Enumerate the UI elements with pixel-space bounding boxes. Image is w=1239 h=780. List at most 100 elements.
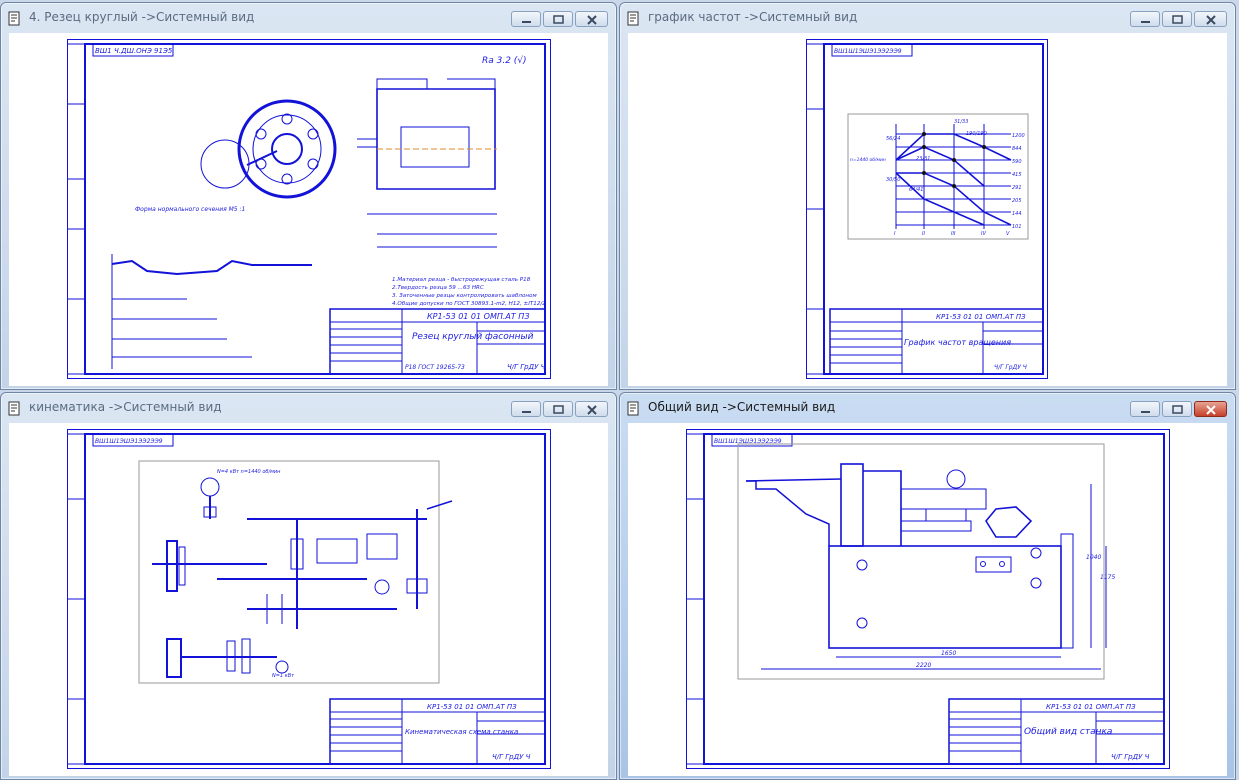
cutter-drawing-svg: ВШ1 Ч.ДШ.ОНЭ 91Э5 Ra 3.2 (√) Форма норма… [67,39,551,379]
minimize-icon [1141,411,1150,413]
minimize-icon [522,21,531,23]
frequency-graph-svg: ВШ1Ш1ЭШЭ1ЭЭ2ЭЭ9 1200 844 590 415 291 205… [806,39,1048,379]
rpm-value-6: 205 [1012,198,1022,204]
stamp-code: КР1-53 01 01 ОМП.АТ ПЗ [936,313,1026,321]
minimize-button[interactable] [511,401,541,417]
maximize-button[interactable] [543,401,573,417]
window-title: 4. Резец круглый ->Системный вид [29,10,255,24]
axis-tick-1: I [894,231,896,237]
stamp-org: Ч/Г ГрДУ Ч [1111,753,1150,761]
stamp-title: График частот вращения [904,338,1011,347]
stamp-title: Резец круглый фасонный [412,332,534,342]
close-button[interactable] [575,401,608,417]
corner-code: ВШ1 Ч.ДШ.ОНЭ 91Э5 [95,47,173,55]
maximize-icon [553,405,564,414]
drawing-sheet: ВШ1Ш1ЭШЭ1ЭЭ2ЭЭ9 1200 844 590 415 291 205… [806,39,1048,379]
close-icon [587,15,597,25]
axis-tick-4: IV [981,231,986,237]
stamp-code: КР1-53 01 01 ОМП.АТ ПЗ [427,312,529,321]
window-titlebar[interactable]: 4. Резец круглый ->Системный вид [1,3,616,31]
close-icon [587,405,597,415]
roughness-label: Ra 3.2 (√) [482,55,527,66]
dimension-total-height: 1175 [1100,574,1115,581]
window-frequency-graph[interactable]: график частот ->Системный вид ВШ1Ш1ЭШЭ1Э… [619,2,1236,390]
annotation-3: 56/24 [886,136,900,142]
window-general-view[interactable]: Общий вид ->Системный вид ВШ1Ш1ЭШЭ1ЭЭ2ЭЭ… [619,392,1236,780]
window-cutter-drawing[interactable]: 4. Резец круглый ->Системный вид ВШ1 Ч.Д… [0,2,617,390]
stamp-org: Ч/Г ГрДУ Ч [492,753,531,761]
note-4: 4.Общие допуски по ГОСТ 30893.1-m2, H12,… [392,301,546,307]
rpm-value-1: 1200 [1012,133,1025,139]
stamp-title: Общий вид станка [1024,727,1112,737]
note-1: 1.Материал резца - быстрорежущая сталь Р… [392,277,531,283]
stamp-org: Ч/Г ГрДУ Ч [507,363,546,371]
close-button[interactable] [575,11,608,27]
annotation-4: 23/31 [916,156,930,162]
drawing-viewport[interactable]: ВШ1Ш1ЭШЭ1ЭЭ2ЭЭ9 1200 844 590 415 291 205… [628,33,1227,386]
stamp-title: Кинематическая схема станка [405,728,518,736]
corner-code: ВШ1Ш1ЭШЭ1ЭЭ2ЭЭ9 [95,438,163,445]
window-kinematics[interactable]: кинематика ->Системный вид ВШ1Ш1ЭШЭ1ЭЭ2Э… [0,392,617,780]
stamp-code: КР1-53 01 01 ОМП.АТ ПЗ [427,703,517,711]
stamp-org: Ч/Г ГрДУ Ч [994,364,1027,371]
drawing-viewport[interactable]: ВШ1Ш1ЭШЭ1ЭЭ2ЭЭ9 N=4 кВт n=1440 об/мин N=… [9,423,608,776]
close-button[interactable] [1194,11,1227,27]
maximize-icon [553,15,564,24]
close-icon [1206,405,1216,415]
motor2-label: N=1 кВт [272,673,295,679]
document-icon [627,401,639,416]
rpm-value-7: 144 [1012,211,1022,217]
document-icon [627,11,639,26]
axis-tick-5: V [1006,231,1010,237]
annotation-7: n=1440 об/мин [850,157,886,163]
drawing-viewport[interactable]: ВШ1Ш1ЭШЭ1ЭЭ2ЭЭ9 1650 2220 1040 1175 КР1-… [628,423,1227,776]
annotation-5: 30/50 [886,177,900,183]
minimize-button[interactable] [511,11,541,27]
rpm-value-4: 415 [1012,172,1022,178]
close-icon [1206,15,1216,25]
document-icon [8,401,20,416]
kinematics-drawing-svg: ВШ1Ш1ЭШЭ1ЭЭ2ЭЭ9 N=4 кВт n=1440 об/мин N=… [67,429,551,769]
maximize-button[interactable] [543,11,573,27]
note-2: 2.Твердость резца 59 ...63 HRC [392,285,484,291]
note-3: 3. Заточенные резцы контролировать шабло… [392,293,537,299]
annotation-2: 190/190 [966,131,987,137]
maximize-icon [1172,405,1183,414]
rpm-value-5: 291 [1012,185,1022,191]
dimension-height: 1040 [1086,554,1101,561]
maximize-icon [1172,15,1183,24]
stamp-code: КР1-53 01 01 ОМП.АТ ПЗ [1046,703,1136,711]
window-titlebar[interactable]: Общий вид ->Системный вид [620,393,1235,421]
document-icon [8,11,20,26]
corner-code: ВШ1Ш1ЭШЭ1ЭЭ2ЭЭ9 [714,438,782,445]
rpm-value-2: 844 [1012,146,1022,152]
window-title: Общий вид ->Системный вид [648,400,836,414]
dimension-length: 1650 [941,650,956,657]
rpm-value-8: 101 [1012,224,1022,230]
drawing-sheet: ВШ1 Ч.ДШ.ОНЭ 91Э5 Ra 3.2 (√) Форма норма… [67,39,551,379]
maximize-button[interactable] [1162,401,1192,417]
close-button[interactable] [1194,401,1227,417]
window-titlebar[interactable]: график частот ->Системный вид [620,3,1235,31]
drawing-viewport[interactable]: ВШ1 Ч.ДШ.ОНЭ 91Э5 Ra 3.2 (√) Форма норма… [9,33,608,386]
axis-tick-2: II [922,231,925,237]
axis-tick-3: III [951,231,956,237]
window-titlebar[interactable]: кинематика ->Системный вид [1,393,616,421]
annotation-6: 64/41 [909,187,923,193]
section-label: Форма нормального сечения М5 :1 [135,206,245,213]
drawing-sheet: ВШ1Ш1ЭШЭ1ЭЭ2ЭЭ9 N=4 кВт n=1440 об/мин N=… [67,429,551,769]
minimize-button[interactable] [1130,11,1160,27]
minimize-icon [1141,21,1150,23]
general-view-drawing-svg: ВШ1Ш1ЭШЭ1ЭЭ2ЭЭ9 1650 2220 1040 1175 КР1-… [686,429,1170,769]
maximize-button[interactable] [1162,11,1192,27]
annotation-1: 31/33 [954,119,968,125]
minimize-button[interactable] [1130,401,1160,417]
minimize-icon [522,411,531,413]
drawing-sheet: ВШ1Ш1ЭШЭ1ЭЭ2ЭЭ9 1650 2220 1040 1175 КР1-… [686,429,1170,769]
motor-label: N=4 кВт n=1440 об/мин [217,469,281,475]
rpm-value-3: 590 [1012,159,1022,165]
corner-code: ВШ1Ш1ЭШЭ1ЭЭ2ЭЭ9 [834,48,902,55]
dimension-total-length: 2220 [916,662,931,669]
stamp-material: Р18 ГОСТ 19265-73 [405,364,465,371]
window-title: график частот ->Системный вид [648,10,858,24]
